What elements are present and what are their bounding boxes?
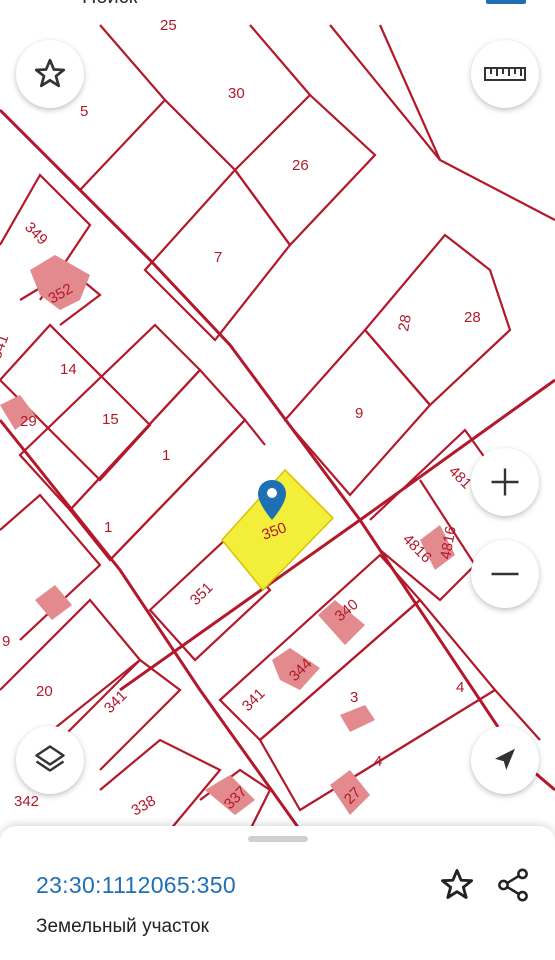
parcel-label: 28 xyxy=(395,313,415,332)
parcel-labels: 2530526349735228 283411429 15 914811 350 4816… xyxy=(0,17,481,819)
parcel-label: 341 xyxy=(239,685,269,715)
parcel-label: 28 xyxy=(464,309,481,326)
parcel-label: 26 xyxy=(292,157,309,174)
ruler-button[interactable] xyxy=(471,40,539,108)
parcel-label: 341 xyxy=(101,687,131,717)
layers-icon xyxy=(35,745,65,772)
sheet-favorite-button[interactable] xyxy=(438,866,476,909)
layers-button[interactable] xyxy=(16,726,84,794)
parcel-label: 3 xyxy=(350,689,358,706)
cadastral-number[interactable]: 23:30:1112065:350 xyxy=(36,872,236,899)
parcel-label: 5 xyxy=(80,103,88,120)
parcel-type: Земельный участок xyxy=(36,916,209,937)
parcel-label: 20 xyxy=(36,683,53,700)
plus-icon xyxy=(491,468,519,496)
navigation-arrow-icon xyxy=(495,748,515,770)
parcel-label: 351 xyxy=(187,579,217,609)
zoom-in-button[interactable] xyxy=(471,448,539,516)
parcel-label: 341 xyxy=(0,332,12,361)
parcel-label: 4 xyxy=(456,679,464,696)
minus-icon xyxy=(491,572,519,576)
parcel-label: 14 xyxy=(60,361,77,378)
parcel-label: 30 xyxy=(228,85,245,102)
parcel-label: 1 xyxy=(162,447,170,464)
ruler-icon xyxy=(484,67,526,81)
parcel-label: 9 xyxy=(355,405,363,422)
zoom-out-button[interactable] xyxy=(471,540,539,608)
star-icon xyxy=(34,58,66,88)
parcel-boundaries xyxy=(0,24,555,831)
share-button[interactable] xyxy=(494,866,532,909)
parcel-label: 29 xyxy=(20,413,37,430)
parcel-label: 342 xyxy=(14,793,39,810)
locate-button[interactable] xyxy=(471,726,539,794)
parcel-label: 15 xyxy=(102,411,119,428)
favorite-button[interactable] xyxy=(16,40,84,108)
parcel-label: 7 xyxy=(214,249,222,266)
star-icon xyxy=(441,869,473,899)
share-icon xyxy=(498,868,528,902)
parcel-label: 9 xyxy=(2,633,10,650)
parcel-label: 25 xyxy=(160,17,177,34)
sheet-grabber[interactable] xyxy=(248,836,308,842)
parcel-label: 349 xyxy=(21,219,51,249)
parcel-label: 1 xyxy=(104,519,112,536)
parcel-label: 4 xyxy=(374,753,382,770)
parcel-label: 338 xyxy=(129,792,159,819)
